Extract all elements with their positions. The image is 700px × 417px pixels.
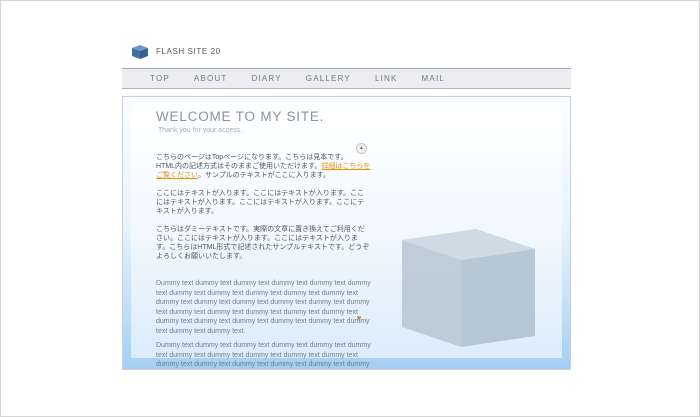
scroll-up-button[interactable]: ▲ [356, 143, 367, 154]
content-column: WELCOME TO MY SITE. Thank you for your a… [156, 109, 371, 370]
main-navigation: TOP ABOUT DIARY GALLERY LINK MAIL [122, 68, 571, 89]
nav-item-diary[interactable]: DIARY [251, 74, 281, 83]
jp-paragraph-1: こちらのページはTopページになります。こちらは見本です。 HTML内の記述方式… [156, 153, 371, 180]
site-brand: FLASH SITE 20 [156, 47, 221, 56]
page-subtitle: Thank you for your access. [158, 127, 371, 134]
dummy-paragraph-1: Dummy text dummy text dummy text dummy t… [156, 279, 371, 336]
site-logo-cube-icon [131, 44, 149, 60]
arrow-up-icon: ▲ [359, 146, 364, 151]
arrow-down-icon: ▼ [355, 314, 363, 323]
jp-paragraph-3: こちらはダミーテキストです。実際の文章に置き換えてご利用ください。ここにはテキス… [156, 225, 371, 261]
nav-item-link[interactable]: LINK [375, 74, 398, 83]
dummy-paragraph-2: Dummy text dummy text dummy text dummy t… [156, 341, 371, 370]
jp-paragraph-1-post: 。サンプルのテキストがここに入ります。 [198, 172, 330, 179]
cube-graphic [394, 222, 544, 352]
nav-item-mail[interactable]: MAIL [422, 74, 445, 83]
main-panel: WELCOME TO MY SITE. Thank you for your a… [122, 96, 571, 370]
nav-item-gallery[interactable]: GALLERY [306, 74, 351, 83]
nav-item-top[interactable]: TOP [150, 74, 170, 83]
main-panel-inner: WELCOME TO MY SITE. Thank you for your a… [131, 103, 562, 358]
scroll-down-button[interactable]: ▼ [355, 315, 363, 323]
jp-paragraph-1-pre: こちらのページはTopページになります。こちらは見本です。 HTML内の記述方式… [156, 154, 348, 170]
nav-item-about[interactable]: ABOUT [194, 74, 228, 83]
japanese-text-block: こちらのページはTopページになります。こちらは見本です。 HTML内の記述方式… [156, 144, 371, 270]
page-title: WELCOME TO MY SITE. [156, 109, 371, 124]
jp-paragraph-2: ここにはテキストが入ります。ここにはテキストが入ります。ここにはテキストが入りま… [156, 189, 371, 216]
